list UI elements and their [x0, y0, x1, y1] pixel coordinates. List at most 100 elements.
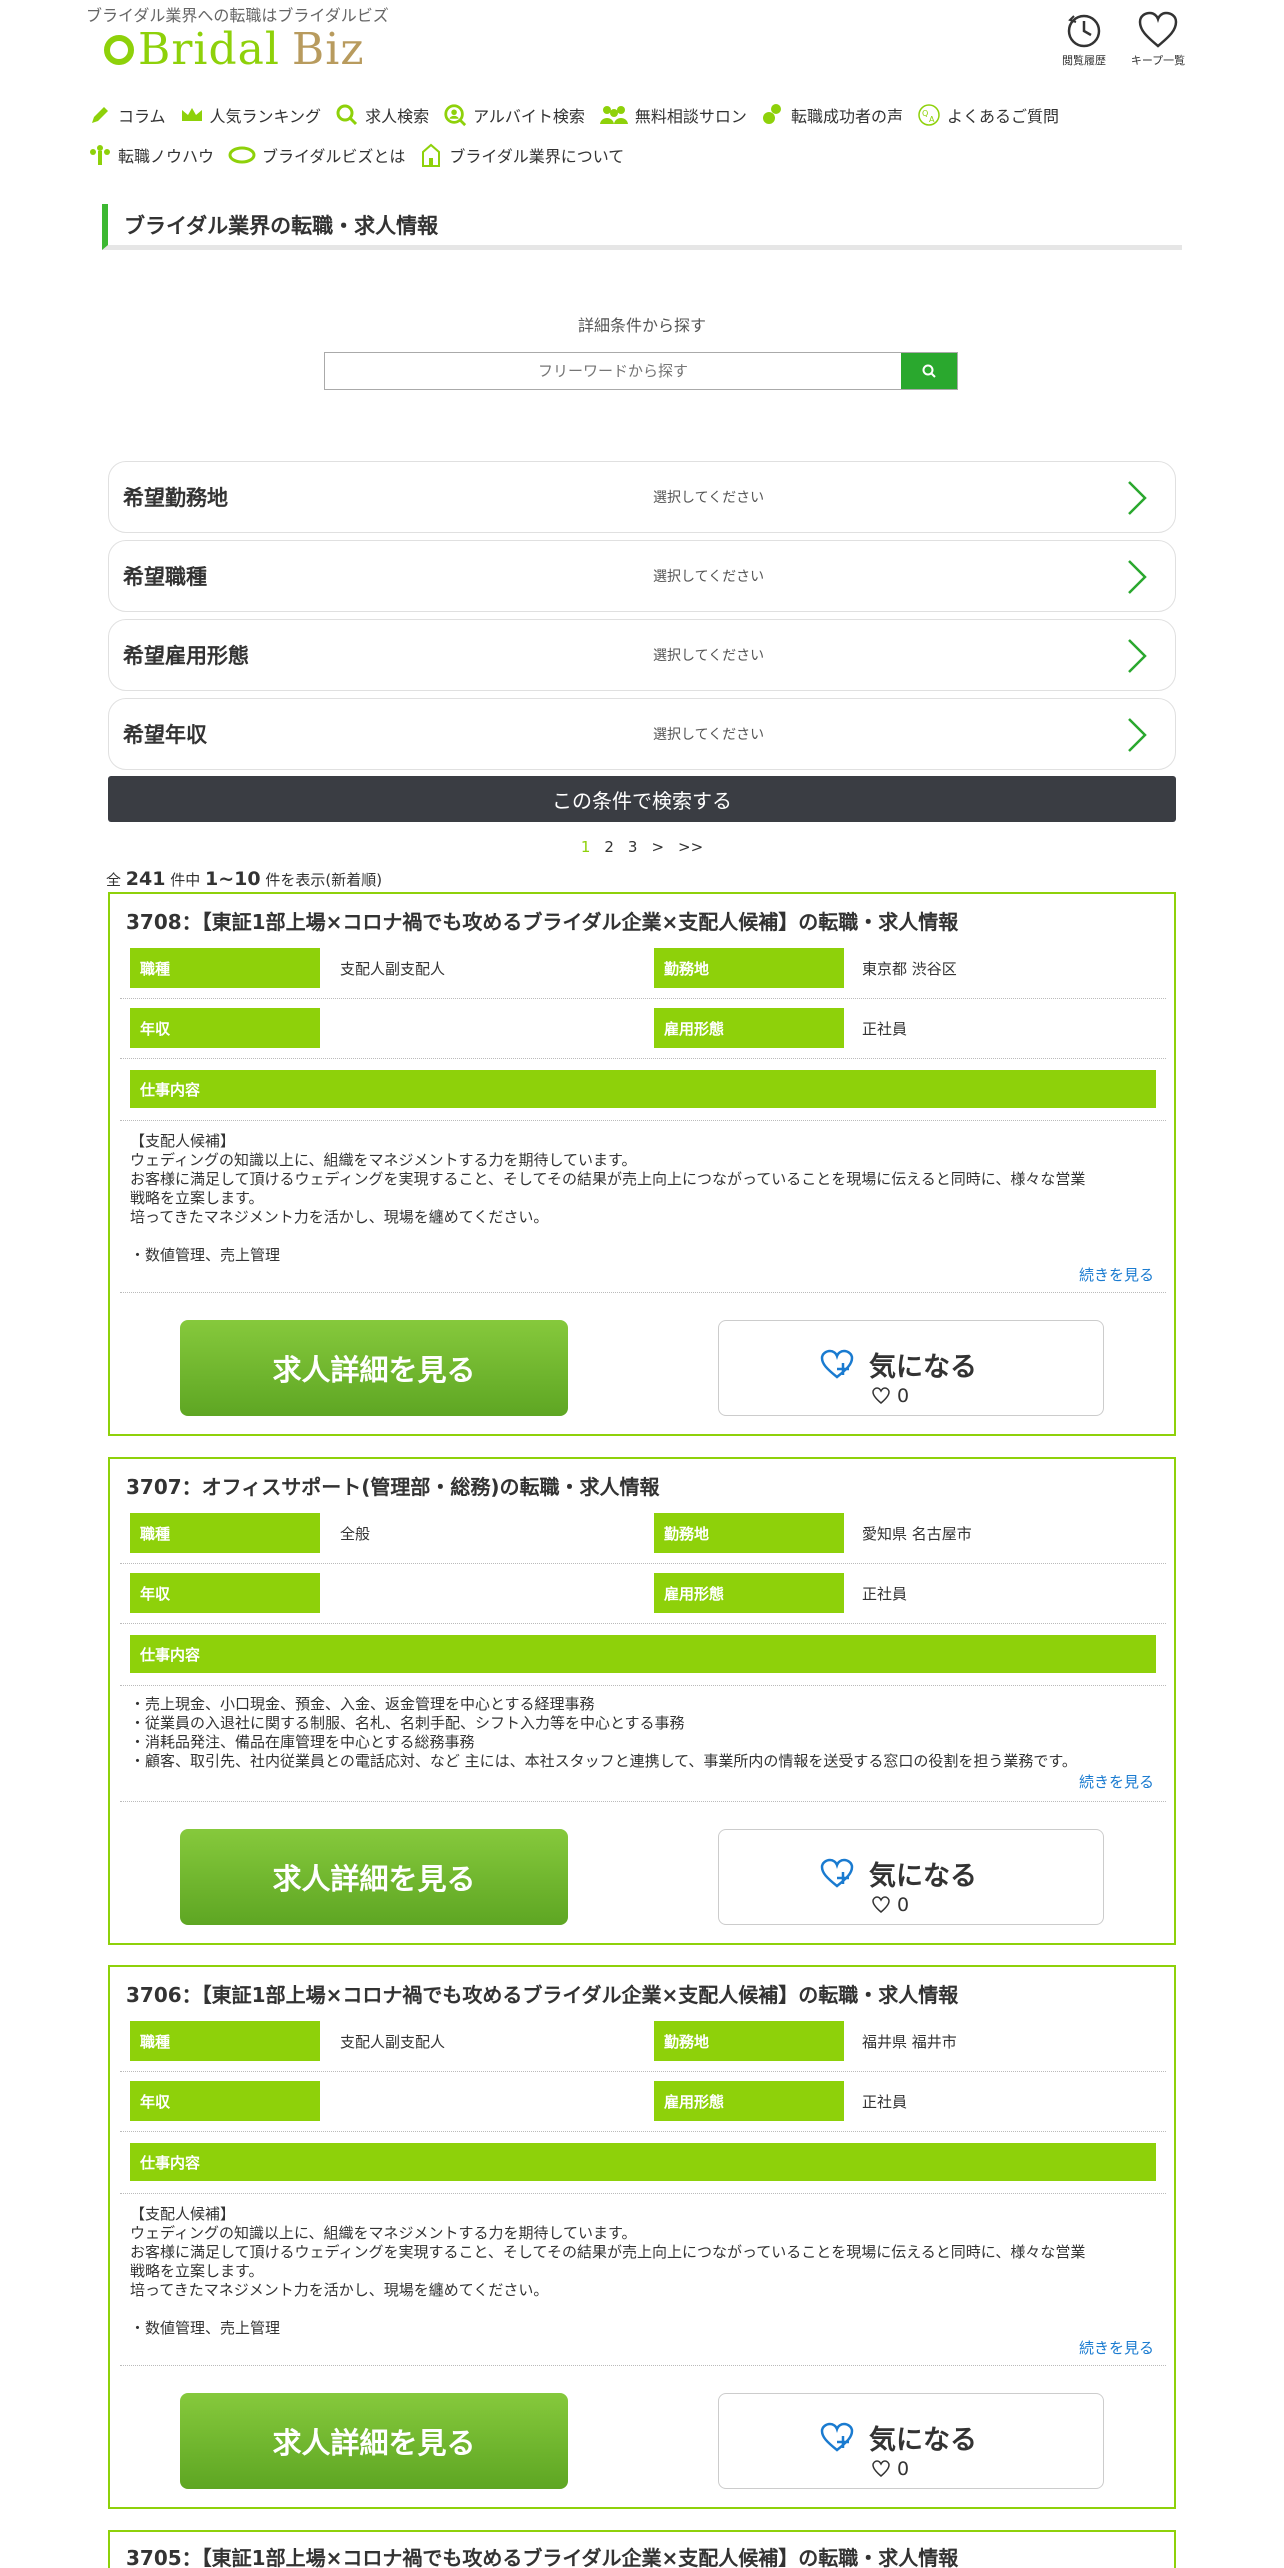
- job-detail-button[interactable]: 求人詳細を見る: [180, 1320, 568, 1416]
- people-icon: [599, 103, 629, 127]
- nav-item-job-search[interactable]: 求人検索: [335, 103, 429, 127]
- job-card: 3705：【東証1部上場×コロナ禍でも攻めるブライダル企業×支配人候補】の転職・…: [108, 2530, 1176, 2568]
- site-header: ブライダル業界への転職はブライダルビズ Bridal Biz 閲覧履歴 キープ一…: [0, 0, 1284, 80]
- qa-icon: QA: [917, 103, 941, 127]
- condition-employment[interactable]: 希望雇用形態 選択してください: [108, 619, 1176, 691]
- divider: [120, 1292, 1166, 1293]
- location-value: 福井県 福井市: [862, 2033, 957, 2051]
- read-more-link[interactable]: 続きを見る: [1079, 1771, 1154, 1792]
- keep-label: 気になる: [869, 1352, 977, 1383]
- job-type-label: 職種: [130, 948, 320, 988]
- chevron-right-icon: [1128, 481, 1147, 515]
- keep-button[interactable]: 気になる 0: [718, 2393, 1104, 2489]
- chevron-right-icon: [1128, 560, 1147, 594]
- job-description: 【支配人候補】 ウェディングの知識以上に、組織をマネジメントする力を期待していま…: [130, 1132, 1086, 1264]
- condition-value: 選択してください: [653, 727, 765, 743]
- salary-label: 年収: [130, 1573, 320, 1613]
- job-type-label: 職種: [130, 2021, 320, 2061]
- search-submit-button[interactable]: この条件で検索する: [108, 776, 1176, 822]
- search-input[interactable]: [325, 353, 901, 389]
- keep-button[interactable]: 気になる 0: [718, 1320, 1104, 1416]
- svg-text:Q: Q: [922, 109, 928, 118]
- condition-location[interactable]: 希望勤務地 選択してください: [108, 461, 1176, 533]
- keep-count: 0: [871, 1894, 909, 1916]
- read-more-link[interactable]: 続きを見る: [1079, 1264, 1154, 1285]
- count-suffix: 件を表示(新着順): [265, 871, 383, 889]
- divider: [120, 1801, 1166, 1802]
- divider: [120, 1563, 1166, 1564]
- job-card: 3707：オフィスサポート(管理部・総務)の転職・求人情報 職種 全般 勤務地 …: [108, 1457, 1176, 1945]
- heart-outline-icon: [872, 1387, 890, 1404]
- condition-value: 選択してください: [653, 648, 765, 664]
- employment-value: 正社員: [862, 2093, 908, 2111]
- count-total: 241: [125, 868, 166, 890]
- nav-label: 求人検索: [365, 107, 430, 126]
- divider: [120, 1120, 1166, 1121]
- job-type-value: 支配人副支配人: [340, 960, 446, 978]
- heart-icon: [1138, 11, 1178, 48]
- search-area: 詳細条件から探す: [0, 312, 1284, 390]
- nav-item-column[interactable]: コラム: [88, 103, 166, 127]
- read-more-link[interactable]: 続きを見る: [1079, 2337, 1154, 2358]
- divider: [120, 1058, 1166, 1059]
- logo-sub-text: Biz: [291, 24, 365, 75]
- heart-plus-icon: [820, 2422, 854, 2452]
- logo-main-text: Bridal: [138, 24, 280, 75]
- search-button[interactable]: [901, 353, 957, 389]
- nav-item-voices[interactable]: 転職成功者の声: [761, 103, 903, 127]
- page-next[interactable]: >: [651, 838, 664, 856]
- job-type-label: 職種: [130, 1513, 320, 1553]
- page-link-current[interactable]: 1: [581, 838, 591, 856]
- condition-salary[interactable]: 希望年収 選択してください: [108, 698, 1176, 770]
- keep-list-link[interactable]: キープ一覧: [1122, 10, 1194, 68]
- divider: [120, 2365, 1166, 2366]
- job-description: 【支配人候補】 ウェディングの知識以上に、組織をマネジメントする力を期待していま…: [130, 2205, 1086, 2337]
- search-box: [324, 352, 958, 390]
- job-title[interactable]: 3708：【東証1部上場×コロナ禍でも攻めるブライダル企業×支配人候補】の転職・…: [126, 906, 958, 935]
- job-detail-button[interactable]: 求人詳細を見る: [180, 1829, 568, 1925]
- nav-item-about[interactable]: ブライダルビズとは: [228, 143, 405, 167]
- nav-label: よくあるご質問: [946, 107, 1059, 126]
- nav-label: 無料相談サロン: [634, 107, 747, 126]
- history-link[interactable]: 閲覧履歴: [1048, 10, 1120, 68]
- pagination: 1 2 3 > >>: [0, 838, 1284, 856]
- heart-outline-icon: [872, 1896, 890, 1913]
- job-title[interactable]: 3707：オフィスサポート(管理部・総務)の転職・求人情報: [126, 1471, 660, 1500]
- page-last[interactable]: >>: [678, 838, 703, 856]
- job-title[interactable]: 3705：【東証1部上場×コロナ禍でも攻めるブライダル企業×支配人候補】の転職・…: [126, 2542, 958, 2568]
- site-tagline: ブライダル業界への転職はブライダルビズ: [86, 6, 389, 25]
- divider: [120, 2193, 1166, 2194]
- chapel-icon: [419, 143, 443, 167]
- work-content-label: 仕事内容: [130, 1635, 1156, 1673]
- job-type-value: 全般: [340, 1525, 371, 1543]
- employment-label: 雇用形態: [654, 2081, 844, 2121]
- result-count: 全 241 件中 1~10 件を表示(新着順): [106, 868, 382, 890]
- page-title: ブライダル業界の転職・求人情報: [102, 204, 1182, 250]
- condition-label: 希望年収: [123, 723, 207, 747]
- nav-row-1: コラム 人気ランキング 求人検索 アルバイト検索 無料相談サロン 転職成功者の声…: [88, 100, 1208, 130]
- page-link[interactable]: 3: [628, 838, 638, 856]
- nav-item-knowhow[interactable]: 転職ノウハウ: [88, 143, 214, 167]
- keep-list-label: キープ一覧: [1130, 54, 1186, 67]
- job-title[interactable]: 3706：【東証1部上場×コロナ禍でも攻めるブライダル企業×支配人候補】の転職・…: [126, 1979, 958, 2008]
- nav-item-parttime-search[interactable]: アルバイト検索: [443, 103, 585, 127]
- job-card: 3706：【東証1部上場×コロナ禍でも攻めるブライダル企業×支配人候補】の転職・…: [108, 1965, 1176, 2509]
- site-logo[interactable]: Bridal Biz: [104, 24, 365, 75]
- nav-label: アルバイト検索: [473, 107, 585, 126]
- history-clock-icon: [1067, 14, 1101, 48]
- employment-value: 正社員: [862, 1585, 908, 1603]
- page-link[interactable]: 2: [604, 838, 614, 856]
- nav-item-salon[interactable]: 無料相談サロン: [599, 103, 747, 127]
- condition-value: 選択してください: [653, 490, 765, 506]
- heart-plus-icon: [820, 1858, 854, 1888]
- nav-item-industry[interactable]: ブライダル業界について: [419, 143, 624, 167]
- nav-item-faq[interactable]: QA よくあるご質問: [917, 103, 1059, 127]
- job-detail-button[interactable]: 求人詳細を見る: [180, 2393, 568, 2489]
- tree-icon: [88, 143, 112, 167]
- condition-job-type[interactable]: 希望職種 選択してください: [108, 540, 1176, 612]
- salary-label: 年収: [130, 1008, 320, 1048]
- nav-item-ranking[interactable]: 人気ランキング: [180, 103, 321, 127]
- crown-icon: [180, 103, 204, 127]
- employment-value: 正社員: [862, 1020, 908, 1038]
- keep-button[interactable]: 気になる 0: [718, 1829, 1104, 1925]
